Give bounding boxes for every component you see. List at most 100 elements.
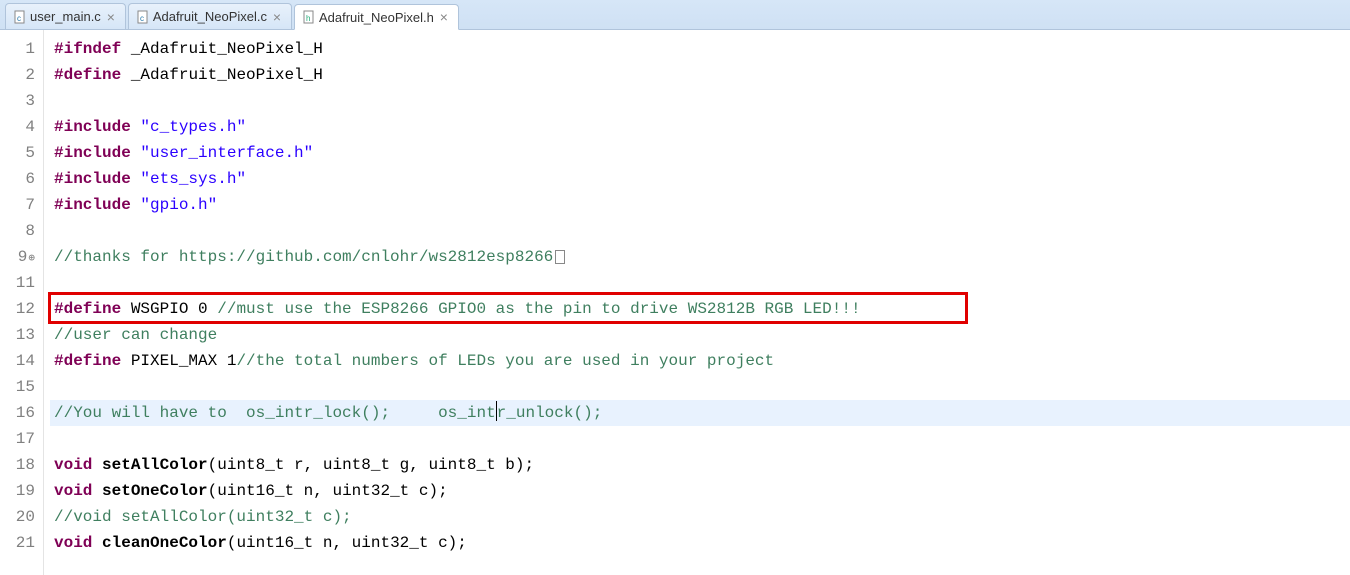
code-line[interactable]: #include "ets_sys.h" — [50, 166, 1350, 192]
code-line[interactable]: #ifndef _Adafruit_NeoPixel_H — [50, 36, 1350, 62]
code-token: //thanks for https://github.com/cnlohr/w… — [54, 248, 553, 266]
code-line[interactable]: //void setAllColor(uint32_t c); — [50, 504, 1350, 530]
c-file-icon: c — [14, 11, 26, 23]
code-line[interactable]: #include "user_interface.h" — [50, 140, 1350, 166]
code-line[interactable] — [50, 218, 1350, 244]
tab-label: Adafruit_NeoPixel.c — [153, 9, 267, 24]
code-token: #include — [54, 196, 131, 214]
code-token: void — [54, 482, 92, 500]
line-number: 3 — [0, 88, 35, 114]
line-number: 15 — [0, 374, 35, 400]
line-number: 6 — [0, 166, 35, 192]
code-line[interactable]: void setOneColor(uint16_t n, uint32_t c)… — [50, 478, 1350, 504]
code-token: setAllColor — [102, 456, 208, 474]
tab-label: Adafruit_NeoPixel.h — [319, 10, 434, 25]
code-line[interactable] — [50, 374, 1350, 400]
line-number: 20 — [0, 504, 35, 530]
code-token: "c_types.h" — [140, 118, 246, 136]
line-number: 14 — [0, 348, 35, 374]
code-token: void — [54, 456, 92, 474]
code-token: void — [54, 534, 92, 552]
code-line[interactable] — [50, 88, 1350, 114]
code-token — [131, 196, 141, 214]
code-line[interactable]: //user can change — [50, 322, 1350, 348]
code-token — [121, 66, 131, 84]
code-token — [92, 534, 102, 552]
line-number: 8 — [0, 218, 35, 244]
code-token: #include — [54, 144, 131, 162]
line-number: 11 — [0, 270, 35, 296]
code-token: //must use the ESP8266 GPIO0 as the pin … — [217, 300, 860, 318]
line-number: 19 — [0, 478, 35, 504]
code-line[interactable]: //You will have to os_intr_lock(); os_in… — [50, 400, 1350, 426]
code-token: (uint8_t r, uint8_t g, uint8_t b); — [208, 456, 534, 474]
line-number-gutter: 123456789⊕1112131415161718192021 — [0, 30, 44, 575]
code-line[interactable] — [50, 270, 1350, 296]
code-token: #ifndef — [54, 40, 121, 58]
code-line[interactable]: #define _Adafruit_NeoPixel_H — [50, 62, 1350, 88]
h-file-icon: h — [303, 11, 315, 23]
code-token: //void setAllColor(uint32_t c); — [54, 508, 352, 526]
close-icon[interactable]: × — [105, 11, 117, 23]
code-area[interactable]: #ifndef _Adafruit_NeoPixel_H#define _Ada… — [44, 30, 1350, 575]
code-line[interactable]: void setAllColor(uint8_t r, uint8_t g, u… — [50, 452, 1350, 478]
code-line[interactable]: #include "gpio.h" — [50, 192, 1350, 218]
code-token: r_unlock(); — [497, 404, 603, 422]
code-token: #include — [54, 118, 131, 136]
code-token: (uint16_t n, uint32_t c); — [227, 534, 467, 552]
code-token: _Adafruit_NeoPixel_H — [131, 40, 323, 58]
code-token — [92, 456, 102, 474]
editor-tab[interactable]: c Adafruit_NeoPixel.c × — [128, 3, 292, 29]
line-number: 12 — [0, 296, 35, 322]
svg-text:c: c — [17, 14, 21, 23]
editor-tabbar: c user_main.c × c Adafruit_NeoPixel.c × h Adafr… — [0, 0, 1350, 30]
code-token: WSGPIO 0 — [121, 300, 217, 318]
code-token: setOneColor — [102, 482, 208, 500]
code-editor[interactable]: 123456789⊕1112131415161718192021 #ifndef… — [0, 30, 1350, 575]
code-token: //user can change — [54, 326, 217, 344]
code-token: "gpio.h" — [140, 196, 217, 214]
line-number: 18 — [0, 452, 35, 478]
line-number: 13 — [0, 322, 35, 348]
code-token: cleanOneColor — [102, 534, 227, 552]
c-file-icon: c — [137, 11, 149, 23]
code-token: //You will have to os_intr_lock(); os_in… — [54, 404, 496, 422]
close-icon[interactable]: × — [438, 11, 450, 23]
line-number: 2 — [0, 62, 35, 88]
code-line[interactable]: #define WSGPIO 0 //must use the ESP8266 … — [50, 296, 1350, 322]
fold-expand-icon[interactable]: ⊕ — [28, 253, 35, 265]
code-line[interactable]: #define PIXEL_MAX 1//the total numbers o… — [50, 348, 1350, 374]
code-line[interactable]: void cleanOneColor(uint16_t n, uint32_t … — [50, 530, 1350, 556]
code-token — [92, 482, 102, 500]
code-token: #define — [54, 300, 121, 318]
code-token: //the total numbers of LEDs you are used… — [236, 352, 774, 370]
code-token: #include — [54, 170, 131, 188]
code-line[interactable]: #include "c_types.h" — [50, 114, 1350, 140]
code-token: (uint16_t n, uint32_t c); — [208, 482, 448, 500]
code-token: _Adafruit_NeoPixel_H — [131, 66, 323, 84]
code-token: PIXEL_MAX 1 — [121, 352, 236, 370]
line-number: 7 — [0, 192, 35, 218]
code-token — [131, 170, 141, 188]
line-number: 1 — [0, 36, 35, 62]
text-caret — [496, 401, 497, 421]
code-token — [121, 40, 131, 58]
tab-label: user_main.c — [30, 9, 101, 24]
line-number: 17 — [0, 426, 35, 452]
code-line[interactable]: //thanks for https://github.com/cnlohr/w… — [50, 244, 1350, 270]
code-token: "ets_sys.h" — [140, 170, 246, 188]
svg-text:c: c — [140, 14, 144, 23]
line-number: 21 — [0, 530, 35, 556]
line-number: 9⊕ — [0, 244, 35, 270]
code-line[interactable] — [50, 426, 1350, 452]
line-number: 5 — [0, 140, 35, 166]
fold-marker-icon[interactable] — [555, 250, 565, 264]
close-icon[interactable]: × — [271, 11, 283, 23]
svg-text:h: h — [306, 14, 310, 23]
line-number: 16 — [0, 400, 35, 426]
code-token: #define — [54, 66, 121, 84]
line-number: 4 — [0, 114, 35, 140]
code-token: "user_interface.h" — [140, 144, 313, 162]
editor-tab[interactable]: h Adafruit_NeoPixel.h × — [294, 4, 459, 30]
editor-tab[interactable]: c user_main.c × — [5, 3, 126, 29]
